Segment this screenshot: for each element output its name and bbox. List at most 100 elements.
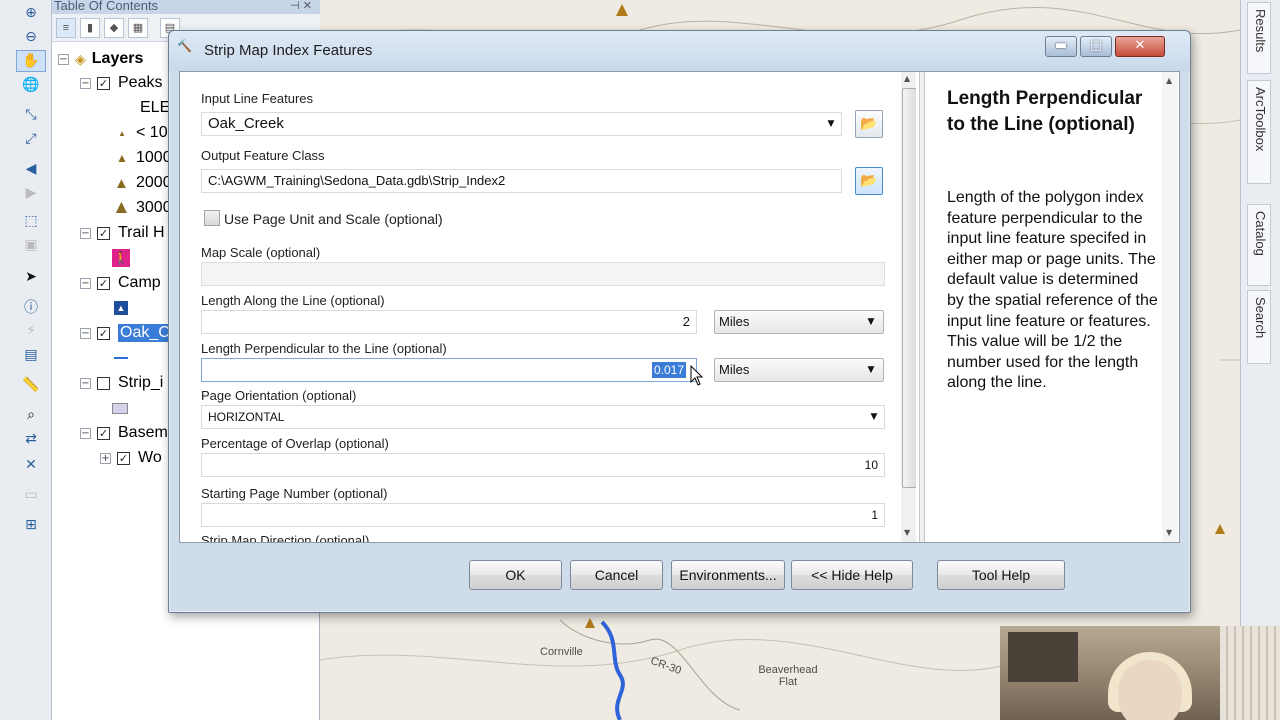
environments-button[interactable]: Environments...: [671, 560, 785, 590]
layer-checkbox[interactable]: ✓: [97, 76, 110, 90]
zoom-out-icon[interactable]: ⊖: [16, 26, 46, 48]
results-tab[interactable]: Results: [1247, 2, 1271, 74]
browse-output-button[interactable]: 📂: [855, 167, 883, 195]
scroll-up-icon[interactable]: ▲: [1166, 76, 1172, 85]
chevron-down-icon[interactable]: ▼: [821, 113, 841, 135]
layer-row[interactable]: − ✓ Camp: [80, 272, 161, 294]
page-orientation-dropdown[interactable]: HORIZONTAL ▼: [201, 405, 885, 429]
selected-text: 0.017: [651, 362, 686, 378]
collapse-icon[interactable]: −: [80, 427, 91, 439]
maximize-button[interactable]: □: [1080, 36, 1112, 57]
viewer-icon[interactable]: ⊞: [16, 514, 46, 536]
list-by-source-icon[interactable]: ▮: [80, 18, 100, 38]
route-icon[interactable]: ⇄: [16, 428, 46, 450]
expand-icon[interactable]: +: [100, 452, 111, 464]
forward-extent-icon[interactable]: ▶: [16, 182, 46, 204]
layer-row[interactable]: − ✓ Basem: [80, 422, 168, 444]
layer-row[interactable]: + ✓ Wo: [100, 447, 162, 469]
collapse-icon[interactable]: −: [80, 327, 91, 339]
length-along-units-dropdown[interactable]: Miles ▼: [714, 310, 884, 334]
layer-checkbox[interactable]: ✓: [97, 426, 110, 440]
fixed-zoom-out-icon[interactable]: ⤢: [16, 128, 46, 150]
right-dock: Results ArcToolbox Catalog Search: [1240, 0, 1280, 720]
collapse-icon[interactable]: −: [80, 77, 91, 89]
layer-checkbox[interactable]: ✓: [97, 276, 110, 290]
collapse-icon[interactable]: −: [80, 277, 91, 289]
tool-help-button[interactable]: Tool Help: [937, 560, 1065, 590]
input-line-features-combo[interactable]: Oak_Creek ▼: [201, 112, 842, 136]
find-icon[interactable]: ⌕: [16, 404, 46, 426]
triangle-icon: ▲: [112, 197, 131, 218]
catalog-tab[interactable]: Catalog: [1247, 204, 1271, 286]
parameters-scrollbar[interactable]: ▲ ▼: [901, 72, 916, 542]
layer-row[interactable]: − ✓ Peaks: [80, 72, 162, 94]
line-symbol: [114, 357, 128, 359]
toc-root[interactable]: − ◈ Layers: [58, 48, 143, 70]
select-elements-icon[interactable]: ➤: [16, 266, 46, 288]
ok-button[interactable]: OK: [469, 560, 562, 590]
scroll-up-icon[interactable]: ▲: [904, 74, 910, 83]
go-to-xy-icon[interactable]: ✕: [16, 454, 46, 476]
minimize-button[interactable]: ▬: [1045, 36, 1077, 57]
list-by-drawing-order-icon[interactable]: ≡: [56, 18, 76, 38]
input-line-features-label: Input Line Features: [201, 91, 314, 106]
browse-input-button[interactable]: 📂: [855, 110, 883, 138]
collapse-icon[interactable]: −: [80, 377, 91, 389]
time-slider-icon[interactable]: ▭: [16, 484, 46, 506]
layer-checkbox[interactable]: ✓: [97, 326, 110, 340]
length-perpendicular-units-dropdown[interactable]: Miles ▼: [714, 358, 884, 382]
layer-row[interactable]: − ✓ Trail H: [80, 222, 165, 244]
scrollbar-thumb[interactable]: [902, 88, 916, 488]
tools-toolbar: ⊕ ⊖ ✋ 🌐 ⤡ ⤢ ◀ ▶ ⬚ ▣ ➤ ⓘ ⚡ ▤ 📏 ⌕ ⇄ ✕ ▭ ⊞: [0, 0, 52, 720]
list-by-selection-icon[interactable]: ▦: [128, 18, 148, 38]
chevron-down-icon[interactable]: ▼: [861, 359, 881, 381]
cancel-button[interactable]: Cancel: [570, 560, 663, 590]
legend-class: ▲ 2000: [114, 172, 172, 194]
list-by-visibility-icon[interactable]: ◆: [104, 18, 124, 38]
layer-row[interactable]: − Strip_i: [80, 372, 163, 394]
length-perpendicular-input[interactable]: 0.017: [201, 358, 697, 382]
scroll-down-icon[interactable]: ▼: [1166, 528, 1172, 537]
html-popup-icon[interactable]: ▤: [16, 344, 46, 366]
toc-title: Table Of Contents: [54, 0, 159, 13]
hyperlink-icon[interactable]: ⚡: [16, 320, 46, 342]
layer-checkbox[interactable]: ✓: [117, 451, 130, 465]
layer-row[interactable]: − ✓ Oak_C: [80, 322, 173, 344]
layer-checkbox[interactable]: ✓: [97, 226, 110, 240]
chevron-down-icon[interactable]: ▼: [864, 406, 884, 428]
layers-root-label: Layers: [91, 50, 144, 67]
starting-page-input[interactable]: 1: [201, 503, 885, 527]
help-scrollbar[interactable]: ▲ ▼: [1162, 72, 1178, 542]
fixed-zoom-in-icon[interactable]: ⤡: [16, 104, 46, 126]
percentage-overlap-input[interactable]: 10: [201, 453, 885, 477]
search-tab[interactable]: Search: [1247, 290, 1271, 364]
webcam-background: [1008, 632, 1078, 682]
length-perpendicular-label: Length Perpendicular to the Line (option…: [201, 341, 447, 356]
select-features-icon[interactable]: ⬚: [16, 210, 46, 232]
layer-checkbox[interactable]: [97, 376, 110, 390]
arctoolbox-tab[interactable]: ArcToolbox: [1247, 80, 1271, 184]
legend-class: ▲ 1000: [116, 147, 172, 169]
collapse-icon[interactable]: −: [80, 227, 91, 239]
use-page-unit-checkbox[interactable]: [204, 210, 220, 226]
identify-icon[interactable]: ⓘ: [16, 296, 46, 318]
output-feature-class-input[interactable]: C:\AGWM_Training\Sedona_Data.gdb\Strip_I…: [201, 169, 842, 193]
pin-icon[interactable]: ⊣ ✕: [290, 0, 312, 12]
clear-selection-icon[interactable]: ▣: [16, 234, 46, 256]
map-scale-input[interactable]: [201, 262, 885, 286]
full-extent-icon[interactable]: 🌐: [16, 74, 46, 96]
chevron-down-icon[interactable]: ▼: [861, 311, 881, 333]
measure-icon[interactable]: 📏: [16, 374, 46, 396]
scroll-down-icon[interactable]: ▼: [904, 528, 910, 537]
collapse-icon[interactable]: −: [58, 53, 69, 65]
back-extent-icon[interactable]: ◀: [16, 158, 46, 180]
hammer-icon: 🔨: [177, 39, 192, 53]
dialog-titlebar[interactable]: 🔨 Strip Map Index Features ▬ □ ✕: [169, 31, 1190, 71]
pan-icon[interactable]: ✋: [16, 50, 46, 72]
close-button[interactable]: ✕: [1115, 36, 1165, 57]
hide-help-button[interactable]: << Hide Help: [791, 560, 913, 590]
length-along-input[interactable]: 2: [201, 310, 697, 334]
panel-splitter[interactable]: [919, 72, 925, 542]
zoom-in-icon[interactable]: ⊕: [16, 2, 46, 24]
help-body: Length of the polygon index feature perp…: [947, 189, 1158, 392]
